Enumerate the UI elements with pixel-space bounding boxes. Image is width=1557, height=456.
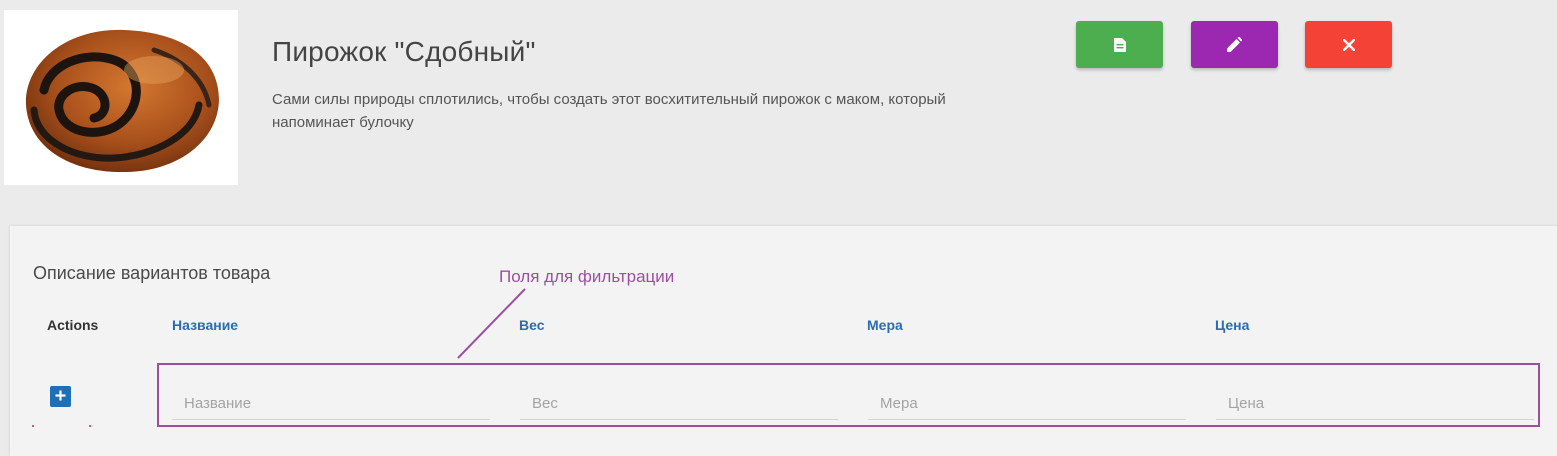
name-filter-input[interactable] (172, 388, 490, 420)
price-filter-input[interactable] (1216, 388, 1534, 420)
weight-filter-input[interactable] (520, 388, 838, 420)
decorative-tick (89, 425, 91, 427)
variants-title: Описание вариантов товара (33, 263, 271, 283)
document-icon (1113, 37, 1126, 52)
column-price[interactable]: Цена (1215, 317, 1249, 333)
plus-icon (55, 388, 66, 406)
annotation-label: Поля для фильтрации (499, 267, 675, 286)
product-title: Пирожок "Сдобный" (272, 36, 536, 67)
edit-button[interactable] (1191, 21, 1278, 68)
column-measure[interactable]: Мера (867, 317, 903, 333)
document-button[interactable] (1076, 21, 1163, 68)
column-actions: Actions (47, 317, 99, 333)
measure-filter-input[interactable] (868, 388, 1186, 420)
variants-card: Описание вариантов товара Actions Назван… (10, 226, 1557, 456)
delete-button[interactable] (1305, 21, 1392, 68)
close-icon (1342, 38, 1355, 51)
decorative-tick (32, 425, 34, 427)
product-description: Сами силы природы сплотились, чтобы созд… (272, 91, 946, 131)
column-name[interactable]: Название (172, 317, 238, 333)
pencil-icon (1227, 37, 1242, 52)
add-variant-button[interactable] (50, 386, 71, 407)
column-weight[interactable]: Вес (519, 317, 545, 333)
product-image (4, 10, 238, 185)
